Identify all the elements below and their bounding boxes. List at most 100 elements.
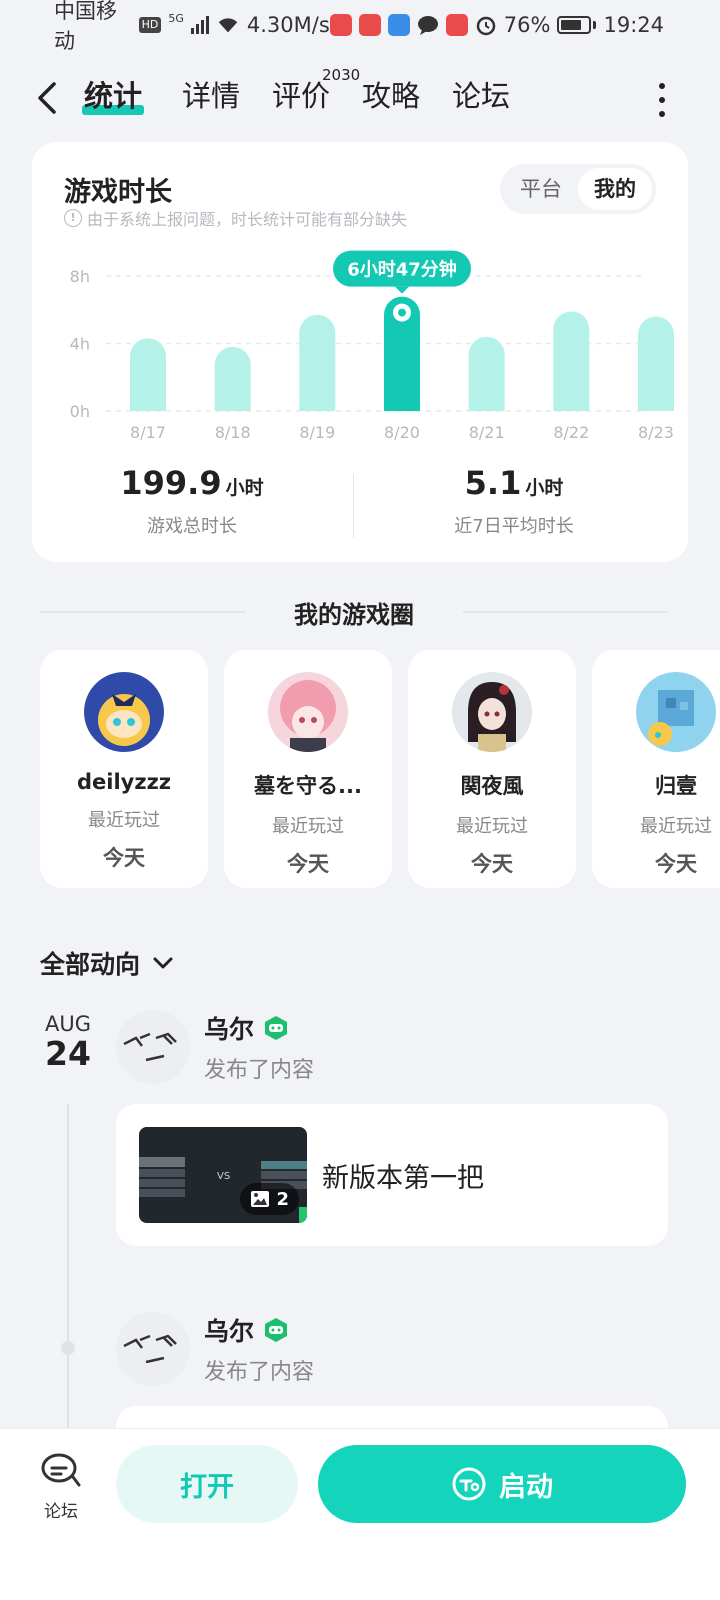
friend-last-played: 今天 [287, 852, 329, 876]
tab-stats[interactable]: 统计 [82, 76, 145, 116]
bottom-action-bar: 论坛 打开 启动 [0, 1428, 720, 1600]
speed-label: 4.30M/s [246, 13, 330, 37]
filter-label: 全部动向 [40, 950, 141, 979]
top-nav: 统计 详情 评价 2030 攻略 论坛 [0, 62, 720, 132]
tab-label: 论坛 [452, 79, 511, 113]
friend-card[interactable]: 関夜風 最近玩过 今天 [408, 650, 576, 888]
bar [468, 336, 505, 411]
tab-label: 详情 [182, 79, 241, 113]
tab-guides[interactable]: 攻略 [362, 76, 420, 116]
section-title: 我的游戏圈 [294, 600, 414, 629]
status-bar: 中国移动 HD 5G 4.30M/s 76% 19:24 [0, 0, 720, 53]
friend-card[interactable]: 墓を守る... 最近玩过 今天 [224, 650, 392, 888]
avatar [636, 672, 716, 752]
post-thumbnail[interactable]: VS 2 [139, 1127, 307, 1223]
friend-status: 最近玩过 [640, 816, 712, 837]
average-value: 5.1 [464, 464, 522, 502]
friends-carousel[interactable]: deilyzzz 最近玩过 今天 墓を守る... 最近玩过 今天 関夜風 最近玩… [40, 650, 720, 890]
total-label: 游戏总时长 [147, 516, 237, 537]
friend-status: 最近玩过 [272, 816, 344, 837]
open-button[interactable]: 打开 [116, 1445, 298, 1523]
back-arrow-icon[interactable] [30, 78, 70, 118]
note-text: 由于系统上报问题，时长统计可能有部分缺失 [87, 210, 408, 229]
post-header: 乌尔 发布了内容 [116, 1312, 314, 1386]
y-tick-label: 8h [70, 267, 90, 286]
tab-details[interactable]: 详情 [182, 76, 240, 116]
bar [299, 314, 336, 411]
average-label: 近7日平均时长 [454, 516, 574, 537]
x-tick-label: 8/22 [553, 423, 589, 442]
forum-button[interactable]: 论坛 [36, 1451, 86, 1522]
total-unit: 小时 [225, 477, 264, 499]
friend-name: 関夜風 [460, 774, 524, 798]
avatar[interactable] [116, 1010, 190, 1084]
friend-card[interactable]: deilyzzz 最近玩过 今天 [40, 650, 208, 888]
launch-label: 启动 [499, 1471, 553, 1503]
total-playtime: 199.9 小时 游戏总时长 [32, 464, 352, 538]
friend-last-played: 今天 [103, 846, 145, 870]
date-month: AUG [44, 1012, 91, 1036]
friend-card[interactable]: 归壹 最近玩过 今天 [592, 650, 720, 888]
card-title: 游戏时长 [64, 177, 172, 208]
avatar [452, 672, 532, 752]
image-icon [251, 1191, 270, 1207]
tab-label: 统计 [84, 79, 143, 113]
avatar [268, 672, 348, 752]
tab-label: 评价 [272, 79, 331, 113]
network-label: 5G [168, 11, 184, 25]
x-tick-label: 8/17 [130, 423, 166, 442]
app-notification-icon [329, 14, 352, 36]
gamepad-badge-icon [265, 1318, 288, 1342]
battery-percent: 76% [503, 13, 551, 37]
toggle-platform[interactable]: 平台 [504, 168, 578, 210]
tooltip-label: 6小时47分钟 [347, 259, 457, 281]
info-icon: ! [64, 209, 82, 227]
cloud-icon [387, 14, 410, 36]
scope-toggle: 平台 我的 [500, 164, 656, 214]
bar [638, 316, 674, 411]
stats-note: ! 由于系统上报问题，时长统计可能有部分缺失 [64, 206, 407, 230]
friend-name: 墓を守る... [254, 774, 362, 798]
chart-svg: 0h 4h 8h 8/17 8/18 8/19 8/20 6小时47分钟 8/21 8/22 8/2… [70, 250, 674, 442]
x-tick-label: 8/23 [638, 423, 674, 442]
clock: 19:24 [603, 13, 664, 37]
activity-filter[interactable]: 全部动向 [40, 945, 176, 981]
post-username[interactable]: 乌尔 [204, 1010, 254, 1046]
tab-label: 攻略 [362, 79, 421, 113]
x-tick-label: 8/21 [469, 423, 505, 442]
bar [130, 338, 166, 411]
post-header: 乌尔 发布了内容 [116, 1010, 314, 1084]
toggle-mine[interactable]: 我的 [578, 168, 652, 210]
review-count-badge: 2030 [322, 66, 361, 84]
post-text: 新版本第一把 [322, 1163, 484, 1194]
friend-name: 归壹 [655, 774, 697, 798]
total-value: 199.9 [120, 464, 222, 502]
post-username[interactable]: 乌尔 [204, 1312, 254, 1348]
post-card[interactable]: VS 2 新版本第一把 [116, 1104, 668, 1246]
post-action: 发布了内容 [204, 1360, 315, 1385]
x-tick-label: 8/18 [215, 423, 251, 442]
tooltip-pointer [395, 286, 409, 294]
friend-status: 最近玩过 [88, 810, 160, 831]
divider-line [463, 611, 668, 613]
avatar[interactable] [116, 1312, 190, 1386]
more-options-icon[interactable] [654, 80, 670, 117]
chevron-down-icon [153, 957, 173, 969]
friend-last-played: 今天 [471, 852, 513, 876]
average-playtime: 5.1 小时 近7日平均时长 [354, 464, 674, 538]
message-icon [417, 16, 438, 35]
tab-forum[interactable]: 论坛 [452, 76, 510, 116]
image-count: 2 [276, 1188, 289, 1210]
carrier-label: 中国移动 [54, 0, 117, 53]
timeline-line [67, 1104, 69, 1434]
x-tick-label: 8/19 [299, 423, 335, 442]
post-action: 发布了内容 [204, 1058, 315, 1083]
gamepad-badge-icon [265, 1016, 288, 1040]
friend-last-played: 今天 [655, 852, 697, 876]
y-tick-label: 4h [70, 335, 90, 354]
bar [553, 311, 590, 411]
launch-button[interactable]: 启动 [318, 1445, 686, 1523]
image-count-badge: 2 [240, 1183, 299, 1215]
post-date: AUG 24 [40, 1012, 96, 1072]
playtime-chart: 0h 4h 8h 8/17 8/18 8/19 8/20 6小时47分钟 8/21 8/22 8/2… [32, 242, 688, 452]
